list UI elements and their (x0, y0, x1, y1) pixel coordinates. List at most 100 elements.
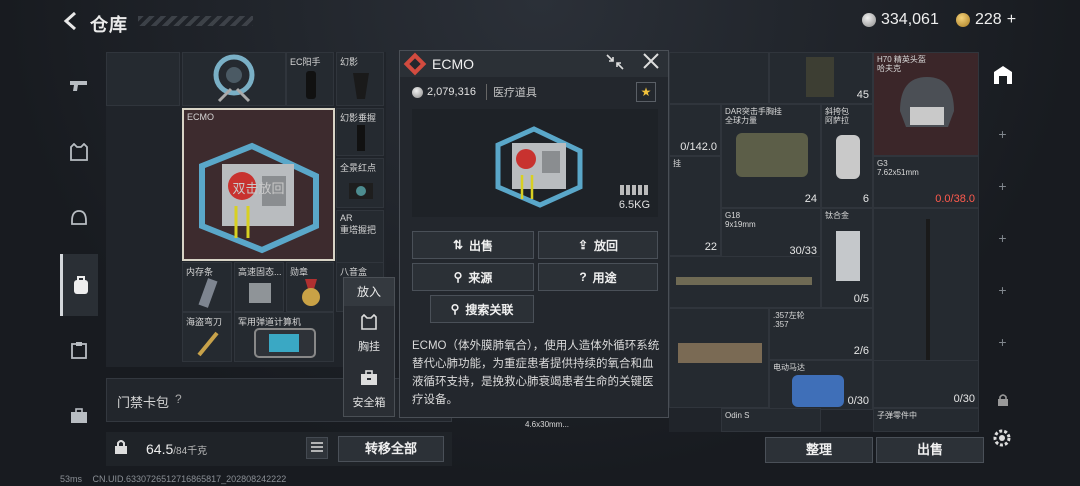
item-slot-memory[interactable]: 内存条 (182, 262, 232, 312)
warehouse-slot[interactable]: 0/142.0 (669, 104, 721, 156)
ecmo-cell-label: ECMO (187, 112, 214, 122)
warehouse-slot-motor[interactable]: 电动马达 0/30 (769, 360, 873, 410)
item-slot-ec-grip[interactable]: EC阳手 (286, 52, 334, 106)
item-slot-ssd[interactable]: 高速固态... (234, 262, 284, 312)
lock-icon[interactable] (985, 382, 1020, 422)
organize-button[interactable]: 整理 (765, 437, 873, 463)
warehouse-slot[interactable]: 0/30 (873, 360, 979, 408)
item-slot-cutlass[interactable]: 海盗弯刀 (182, 312, 232, 362)
weight-current: 64.5 (146, 441, 174, 457)
item-slot-top[interactable] (106, 52, 180, 106)
silver-coin-icon (412, 86, 423, 98)
warehouse-slot[interactable]: 挂 22 (669, 156, 721, 256)
pistol-icon[interactable] (60, 56, 98, 116)
item-label: 钛合金 (825, 211, 849, 220)
settings-gear-icon[interactable] (992, 428, 1012, 454)
warehouse-tab-icon[interactable] (985, 60, 1020, 100)
search-related-label: 搜索关联 (465, 302, 514, 317)
add-tab-icon[interactable]: + (985, 114, 1020, 154)
warehouse-slot-g3[interactable]: G3 7.62x51mm 0.0/38.0 (873, 156, 979, 208)
list-view-button[interactable] (306, 437, 328, 459)
lock-icon[interactable] (114, 439, 128, 458)
item-label: G3 7.62x51mm (877, 159, 919, 177)
warehouse-grid: 45 H70 精英头盔 哈夫克 0/142.0 DAR突击手胸挂 全球力量 24… (669, 52, 979, 432)
item-count: 0/5 (853, 293, 869, 305)
silver-amount: 334,061 (881, 11, 939, 28)
put-in-title: 放入 (344, 278, 394, 306)
warehouse-slot-titanium[interactable]: 钛合金 0/5 (821, 208, 873, 308)
item-label: EC阳手 (290, 57, 321, 67)
back-arrow-icon[interactable] (60, 10, 82, 32)
detail-header: ECMO (400, 51, 668, 77)
favorite-star-icon[interactable]: ★ (636, 82, 656, 102)
sell-button[interactable]: ⇅ 出售 (412, 231, 534, 259)
item-label: 子弹零件中 (877, 411, 917, 420)
warehouse-slot-357[interactable]: .357左轮 .357 2/6 (769, 308, 873, 360)
briefcase-icon[interactable] (60, 386, 98, 446)
helmet-icon[interactable] (60, 188, 98, 248)
put-in-chest-rig-option[interactable]: 胸挂 (344, 306, 394, 362)
add-tab-icon[interactable]: + (985, 270, 1020, 310)
item-slot-medal[interactable]: 勋章 (286, 262, 334, 312)
silver-coin-icon (862, 13, 876, 27)
page-title: 仓库 (90, 15, 128, 35)
clipboard-icon[interactable] (60, 320, 98, 380)
warehouse-slot-smg[interactable] (669, 308, 769, 408)
add-tab-icon[interactable]: + (985, 218, 1020, 258)
keycard-bag-label: 门禁卡包 (117, 395, 170, 410)
warehouse-slot-sniper[interactable] (669, 256, 821, 308)
item-label: 斜挎包 阿萨拉 (825, 107, 849, 125)
add-currency-button[interactable]: + (1007, 11, 1016, 29)
item-slot-reel[interactable] (182, 52, 286, 106)
item-slot-ballistic-computer[interactable]: 军用弹道计算机 (234, 312, 334, 362)
ecmo-item-cell[interactable]: ECMO 双击放回 (182, 108, 335, 261)
item-label: AR 重塔握把 (340, 213, 377, 235)
warehouse-slot-chest-rig[interactable]: DAR突击手胸挂 全球力量 24 (721, 104, 821, 208)
collapse-icon[interactable] (606, 54, 624, 73)
usage-label: 用途 (592, 270, 617, 285)
upload-icon: ⇪ (577, 238, 589, 252)
sell-all-button[interactable]: 出售 (876, 437, 984, 463)
item-count: 6 (862, 193, 869, 205)
item-label: 高速固态... (238, 267, 282, 277)
chest-rig-label: 胸挂 (358, 341, 380, 353)
add-tab-icon[interactable]: + (985, 322, 1020, 362)
item-count: 45 (856, 89, 869, 101)
return-button[interactable]: ⇪ 放回 (538, 231, 658, 259)
source-button[interactable]: ⚲ 来源 (412, 263, 534, 291)
vest-icon[interactable] (60, 122, 98, 182)
transfer-all-button[interactable]: 转移全部 (338, 436, 444, 462)
warehouse-slot[interactable] (669, 52, 769, 104)
item-count: 2/6 (853, 345, 869, 357)
add-tab-icon[interactable]: + (985, 166, 1020, 206)
warehouse-slot-odin[interactable]: Odin S (721, 408, 821, 432)
warehouse-slot-ammo-parts[interactable]: 子弹零件中 (873, 408, 979, 432)
search-icon: ⚲ (453, 270, 463, 284)
sell-icon: ⇅ (452, 238, 464, 252)
gold-currency[interactable]: 228 + (956, 11, 1016, 29)
warehouse-slot-sling-bag[interactable]: 斜挎包 阿萨拉 6 (821, 104, 873, 208)
search-related-button[interactable]: ⚲ 搜索关联 (430, 295, 534, 323)
item-slot-phantom-grip[interactable]: 幻影垂握 (336, 108, 384, 156)
safe-box-icon (360, 370, 378, 391)
weight-bar: 64.5/84千克 转移全部 (106, 432, 452, 466)
put-in-safe-box-option[interactable]: 安全箱 (344, 362, 394, 418)
item-slot-panorama-sight[interactable]: 全景红点 (336, 158, 384, 208)
item-slot-phantom[interactable]: 幻影 (336, 52, 384, 106)
close-icon[interactable] (642, 52, 660, 75)
item-count: 24 (804, 193, 817, 205)
warehouse-slot-helmet[interactable]: H70 精英头盔 哈夫克 (873, 52, 979, 156)
warehouse-slot[interactable]: 45 (769, 52, 873, 104)
gold-amount: 228 (975, 11, 1002, 28)
item-count: 0/30 (953, 393, 975, 405)
help-icon[interactable]: ? (175, 392, 182, 406)
item-label: G18 9x19mm (725, 211, 756, 229)
status-line: 53ms CN.UID.6330726512716865817_20280824… (60, 474, 294, 484)
item-label: 挂 (673, 159, 681, 168)
return-label: 放回 (594, 238, 619, 253)
backpack-icon[interactable] (60, 254, 98, 316)
usage-button[interactable]: ? 用途 (538, 263, 658, 291)
item-slot-ar-grip[interactable]: AR 重塔握把 (336, 210, 384, 264)
warehouse-slot-g18[interactable]: G18 9x19mm 30/33 (721, 208, 821, 260)
detail-description: ECMO（体外膜肺氧合），使用人造体外循环系统替代心肺功能，为重症患者提供持续的… (412, 340, 660, 406)
